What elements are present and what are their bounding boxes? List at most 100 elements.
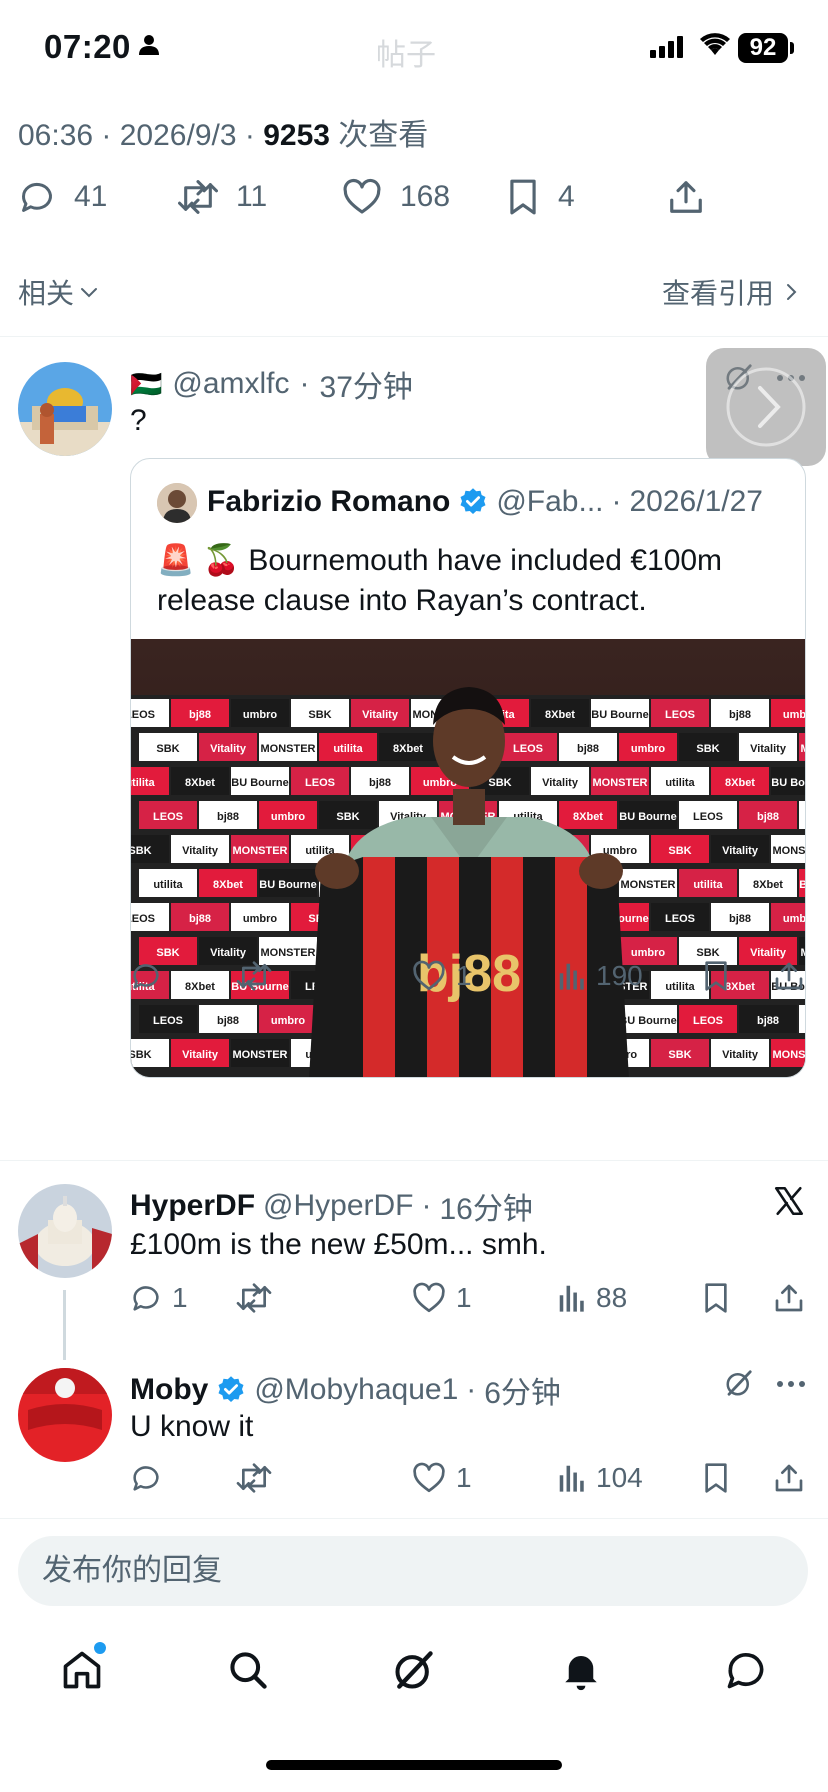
sponsor-board-label: BU Bourne [619, 811, 676, 823]
tweet-date: 2026/9/3 [119, 119, 237, 152]
reply-header: 🇵🇸 @amxlfc · 37分钟 [130, 362, 413, 406]
notification-dot [94, 1642, 106, 1654]
like-button[interactable]: 1 [412, 1282, 472, 1314]
reply-button[interactable]: 41 [18, 178, 107, 216]
sponsor-board-label: SBK [336, 811, 359, 823]
bookmark-icon [705, 1463, 727, 1493]
sort-dropdown[interactable]: 相关 [18, 272, 100, 312]
views-button[interactable]: 190 [558, 960, 643, 992]
messages-tab[interactable] [724, 1648, 768, 1692]
sponsor-board-label: SBK [668, 845, 691, 857]
sponsor-board-label: BU Bourne [619, 1015, 676, 1027]
share-button[interactable] [774, 960, 804, 992]
views-button[interactable]: 88 [558, 1282, 627, 1314]
sponsor-board-label: Vitality [722, 1049, 759, 1061]
sponsor-board-label: MONSTER [801, 743, 807, 755]
sponsor-board-label: utilita [665, 777, 695, 789]
view-quotes-link[interactable]: 查看引用 [662, 272, 802, 312]
display-name[interactable]: HyperDF [130, 1189, 255, 1223]
reply-text: ? [130, 404, 147, 437]
bookmark-button[interactable]: 4 [506, 178, 575, 216]
share-button[interactable] [668, 178, 704, 216]
like-button[interactable]: 1 [412, 1462, 472, 1494]
sponsor-board-label: 8Xbet [725, 777, 755, 789]
person-icon [138, 34, 160, 56]
sponsor-board [799, 1005, 805, 1033]
view-label: 次查看 [338, 119, 429, 152]
sponsor-board-label: LEOS [305, 777, 335, 789]
reply-time: 16分钟 [439, 1193, 533, 1226]
retweet-button[interactable] [236, 1282, 282, 1314]
sponsor-board-label: 8Xbet [213, 879, 243, 891]
reply-button[interactable] [130, 1462, 172, 1494]
avatar[interactable] [18, 1184, 112, 1278]
sponsor-board-label: Vitality [750, 947, 787, 959]
sponsor-board-label: Vitality [362, 709, 399, 721]
quoted-text-line1: Bournemouth have included €100m [248, 544, 723, 577]
quoted-photo[interactable]: LEOS bj88 umbro SBK Vitality MONSTER utilita 8… [131, 639, 807, 1077]
sponsor-board-label: BU Bourne [259, 879, 316, 891]
sponsor-board-label: SBK [668, 1049, 691, 1061]
share-icon [775, 1464, 803, 1492]
handle[interactable]: @Mobyhaque1 [254, 1373, 458, 1407]
handle[interactable]: @amxlfc [172, 367, 289, 401]
like-button[interactable]: 1 [412, 960, 472, 992]
bookmark-button[interactable] [702, 1462, 730, 1494]
retweet-button[interactable] [236, 960, 282, 992]
views-button[interactable]: 104 [558, 1462, 643, 1494]
views-icon [559, 963, 584, 990]
handle[interactable]: @HyperDF [263, 1189, 413, 1223]
home-tab[interactable] [60, 1648, 104, 1692]
sponsor-board-label: bj88 [189, 709, 211, 721]
grok-tab[interactable] [392, 1648, 436, 1692]
sponsor-board-label: SBK [488, 777, 511, 789]
quoted-date: 2026/1/27 [629, 485, 763, 518]
divider [0, 1518, 828, 1519]
sponsor-board-label: umbro [271, 1015, 306, 1027]
sponsor-board-label: umbro [243, 709, 278, 721]
grok-icon[interactable] [724, 1368, 754, 1398]
chevron-right-icon [787, 284, 797, 300]
status-time: 07:20 [44, 28, 131, 65]
sponsor-board-label: LEOS [153, 1015, 183, 1027]
sort-label: 相关 [18, 278, 75, 309]
share-icon [775, 1284, 803, 1312]
notifications-tab[interactable] [560, 1648, 602, 1692]
reply-header: Moby @Mobyhaque1 · 6分钟 [130, 1368, 561, 1412]
sponsor-board-label: SBK [696, 947, 719, 959]
share-button[interactable] [774, 1462, 804, 1494]
share-button[interactable] [774, 1282, 804, 1314]
reply-button[interactable] [130, 960, 172, 992]
avatar[interactable] [18, 1368, 112, 1462]
reply-button[interactable]: 1 [130, 1282, 188, 1314]
search-tab[interactable] [226, 1648, 270, 1692]
like-button[interactable]: 168 [342, 178, 450, 216]
views-icon [559, 1465, 584, 1492]
retweet-button[interactable] [236, 1462, 282, 1494]
sponsor-board-label: Vitality [182, 845, 219, 857]
display-name[interactable]: Moby [130, 1373, 208, 1407]
bookmark-icon [705, 961, 727, 991]
tweet-meta: 06:36 · 2026/9/3 · 9253 次查看 [18, 119, 429, 152]
view-quotes-label: 查看引用 [661, 278, 774, 309]
bookmark-button[interactable] [702, 1282, 730, 1314]
sponsor-board-label: BU Bourne [771, 777, 806, 789]
x-logo-icon[interactable] [772, 1184, 806, 1218]
more-icon[interactable] [776, 1380, 806, 1388]
retweet-button[interactable]: 11 [178, 178, 267, 216]
avatar[interactable] [18, 362, 112, 456]
sponsor-board-label: bj88 [217, 1015, 239, 1027]
flag-icon: 🇵🇸 [130, 368, 163, 399]
quoted-avatar [157, 483, 197, 523]
floating-overlay[interactable] [706, 348, 826, 466]
reply-actions: 1 1 88 [130, 1282, 808, 1326]
sponsor-board-label: MONSTER [233, 1049, 288, 1061]
sponsor-board-label: Vitality [210, 947, 247, 959]
reply-count: 1 [172, 1282, 188, 1313]
sponsor-board-label: 8Xbet [545, 709, 575, 721]
bookmark-button[interactable] [702, 960, 730, 992]
reply-input[interactable]: 发布你的回复 [18, 1536, 808, 1606]
bell-icon [565, 1656, 597, 1691]
share-icon [775, 962, 803, 990]
sponsor-board-label: Vitality [722, 845, 759, 857]
